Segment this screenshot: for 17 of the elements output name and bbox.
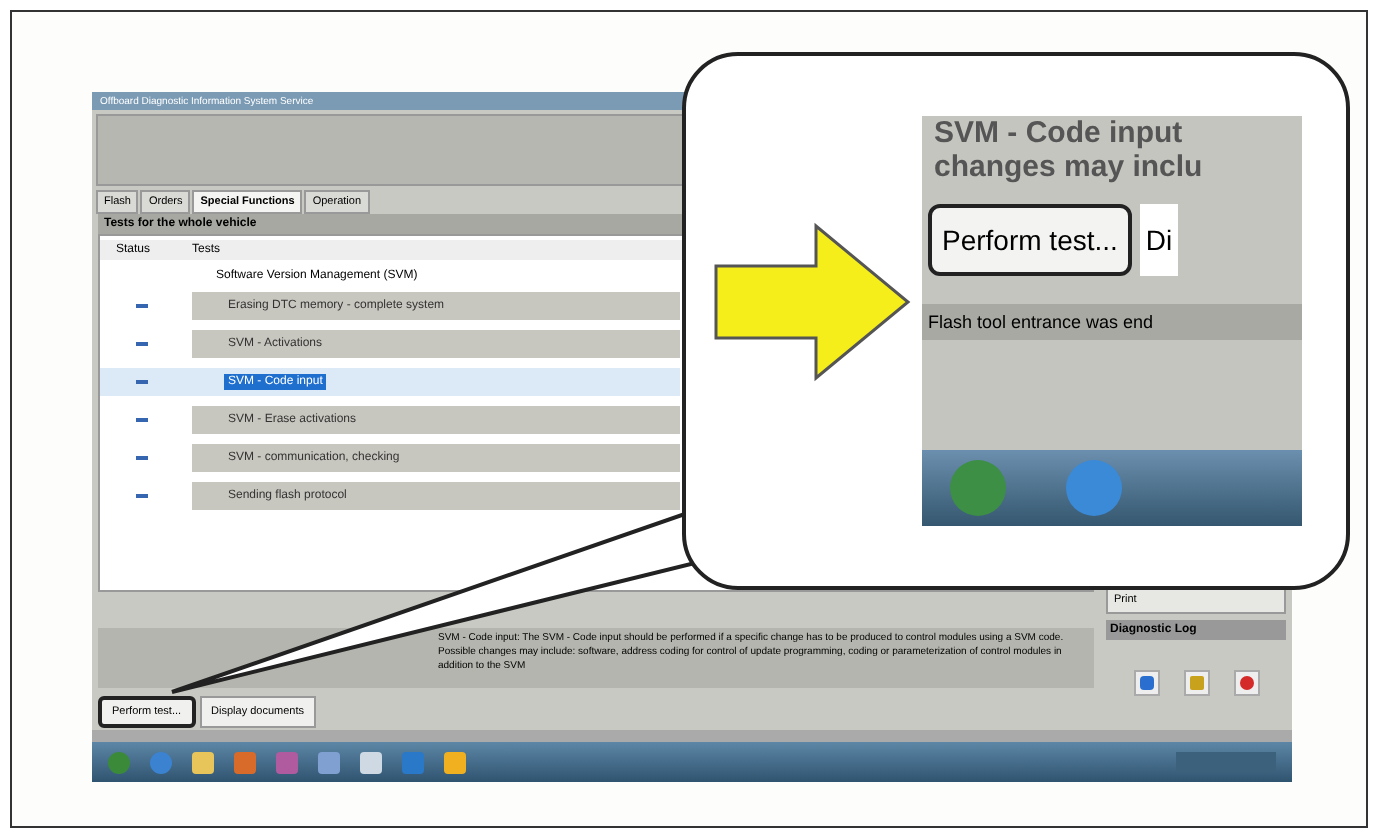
system-tray: [1176, 752, 1276, 772]
taskbar-icon[interactable]: [192, 751, 214, 773]
perform-test-button[interactable]: Perform test...: [928, 204, 1132, 276]
taskbar-icon[interactable]: [318, 751, 340, 773]
magnified-text: SVM - Code input: [932, 116, 1185, 150]
taskbar-icon[interactable]: [108, 751, 130, 773]
taskbar-icon[interactable]: [360, 751, 382, 773]
stop-icon[interactable]: [1233, 670, 1259, 696]
square-icon[interactable]: [1183, 670, 1209, 696]
taskbar-icon[interactable]: [444, 751, 466, 773]
browser-icon[interactable]: [1066, 460, 1122, 516]
start-icon[interactable]: [950, 460, 1006, 516]
status-message: Flash tool entrance was end: [922, 304, 1302, 340]
taskbar-icon[interactable]: [234, 751, 256, 773]
magnified-text: changes may inclu: [932, 150, 1205, 184]
taskbar-icon[interactable]: [150, 751, 172, 773]
documents-button[interactable]: Di: [1139, 204, 1179, 276]
